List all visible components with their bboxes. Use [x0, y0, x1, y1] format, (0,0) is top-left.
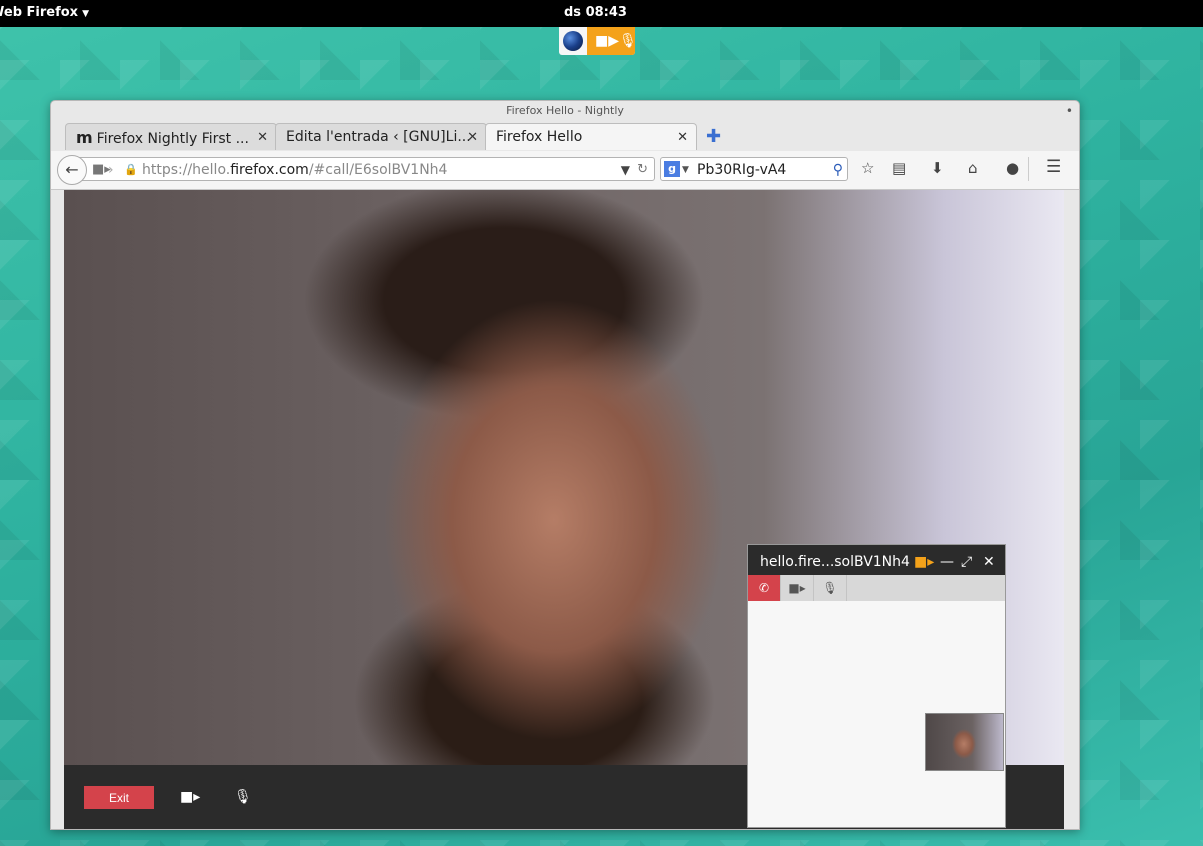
conversation-window: hello.fire...solBV1Nh4 ■▸ — ⤢ ✕ ✆ ■▸ 🎙: [747, 544, 1006, 828]
microphone-icon: 🎙: [619, 33, 637, 49]
camera-icon: ■▸: [914, 554, 935, 570]
camera-icon: ■▶: [595, 33, 619, 49]
identity-separator: ›: [108, 162, 114, 178]
tab-label: Firefox Hello: [496, 129, 583, 145]
close-icon[interactable]: ✕: [467, 124, 478, 151]
self-view-video[interactable]: [925, 713, 1004, 771]
google-icon[interactable]: g: [664, 161, 680, 177]
navigation-toolbar: ■▸ › 🔒 https://hello.firefox.com/#call/E…: [51, 151, 1079, 190]
mozilla-m-icon: m: [76, 128, 93, 147]
minimize-icon[interactable]: —: [940, 545, 954, 579]
video-toggle-button[interactable]: ■▸: [781, 575, 814, 601]
home-icon[interactable]: ⌂: [968, 159, 978, 177]
url-prefix: https://hello.: [142, 162, 231, 178]
window-title: Firefox Hello - Nightly: [506, 104, 624, 117]
app-menu-label: Web Firefox: [0, 5, 79, 20]
phone-hangup-icon: ✆: [758, 581, 770, 595]
new-tab-plus-icon[interactable]: ✚: [706, 126, 721, 147]
microphone-toggle-icon[interactable]: 🎙: [234, 789, 252, 805]
tab-label: Firefox Nightly First ...: [96, 131, 249, 147]
hangup-button[interactable]: ✆: [748, 575, 781, 601]
tab-nightly-first[interactable]: m Firefox Nightly First ... ✕: [65, 123, 277, 150]
top-bar: Web Firefox▼ ds 08:43: [0, 0, 1203, 27]
url-text[interactable]: https://hello.firefox.com/#call/E6solBV1…: [142, 158, 447, 182]
close-icon[interactable]: ✕: [257, 124, 268, 151]
download-icon[interactable]: ⬇: [931, 159, 944, 177]
chevron-down-icon: ▼: [82, 9, 89, 19]
reading-list-icon[interactable]: ▤: [892, 159, 906, 177]
lock-icon[interactable]: 🔒: [124, 158, 138, 182]
close-icon[interactable]: ✕: [677, 124, 688, 151]
tab-label: Edita l'entrada ‹ [GNU]Li...: [286, 129, 471, 145]
conversation-toolbar: ✆ ■▸ 🎙: [748, 575, 1005, 601]
toolbar-divider: [1028, 157, 1029, 181]
expand-icon[interactable]: ⤢: [961, 545, 972, 579]
search-icon[interactable]: ⚲: [833, 158, 843, 182]
exit-button[interactable]: Exit: [84, 786, 154, 809]
hello-chat-icon[interactable]: ●: [1006, 159, 1019, 177]
globe-icon[interactable]: [563, 31, 583, 51]
url-suffix: /#call/E6solBV1Nh4: [308, 162, 448, 178]
chevron-down-icon[interactable]: ▼: [621, 158, 630, 182]
microphone-icon: 🎙: [822, 581, 838, 595]
tab-strip: m Firefox Nightly First ... ✕ Edita l'ent…: [51, 121, 1079, 151]
camera-toggle-icon[interactable]: ■▸: [180, 789, 200, 805]
camera-icon: ■▸: [788, 581, 806, 595]
window-menu-icon[interactable]: •: [1066, 101, 1073, 121]
search-text[interactable]: Pb30RIg-vA4: [697, 158, 786, 182]
window-titlebar[interactable]: Firefox Hello - Nightly •: [51, 101, 1079, 121]
chevron-down-icon[interactable]: ▼: [682, 158, 689, 182]
arrow-left-icon: ←: [65, 160, 79, 179]
tab-firefox-hello[interactable]: Firefox Hello ✕: [485, 123, 697, 150]
search-bar[interactable]: g ▼ Pb30RIg-vA4 ⚲: [660, 157, 848, 181]
reload-icon[interactable]: ↻: [637, 158, 648, 182]
conversation-title: hello.fire...solBV1Nh4: [760, 554, 910, 570]
back-button[interactable]: ←: [57, 155, 87, 185]
close-icon[interactable]: ✕: [983, 545, 995, 579]
clock[interactable]: ds 08:43: [564, 5, 627, 20]
url-bar[interactable]: ■▸ › 🔒 https://hello.firefox.com/#call/E…: [77, 157, 655, 181]
sharing-indicator[interactable]: ■▶ 🎙: [587, 27, 637, 55]
tab-edita-entrada[interactable]: Edita l'entrada ‹ [GNU]Li... ✕: [275, 123, 487, 150]
bookmark-star-icon[interactable]: ☆: [861, 159, 874, 177]
status-tray[interactable]: ■▶ 🎙: [559, 27, 637, 55]
hamburger-menu-icon[interactable]: ☰: [1046, 157, 1061, 177]
url-domain: firefox.com: [230, 162, 309, 178]
app-menu[interactable]: Web Firefox▼: [0, 5, 89, 20]
mute-button[interactable]: 🎙: [814, 575, 847, 601]
conversation-titlebar[interactable]: hello.fire...solBV1Nh4 ■▸ — ⤢ ✕: [748, 545, 1005, 575]
